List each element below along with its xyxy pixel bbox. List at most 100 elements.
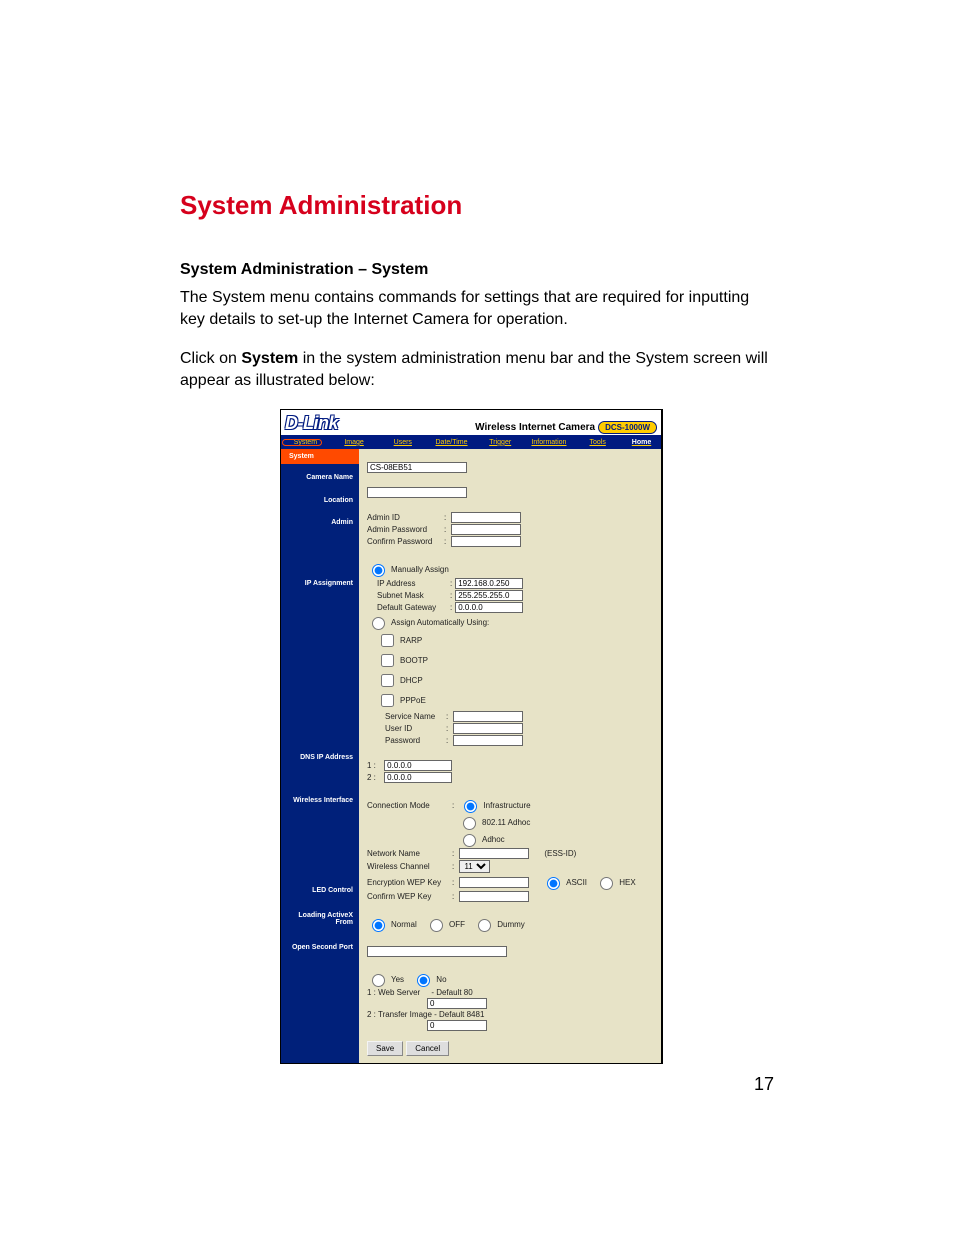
camera-name-input[interactable] xyxy=(367,462,467,473)
sidebar-location: Location xyxy=(281,493,359,510)
infra-radio[interactable] xyxy=(464,800,477,813)
port-yes-radio[interactable] xyxy=(372,974,385,987)
confirm-password-label: Confirm Password xyxy=(367,537,441,546)
pppoe-checkbox[interactable] xyxy=(381,694,394,707)
port-no-label: No xyxy=(436,975,446,984)
transfer-port-input[interactable] xyxy=(427,1020,487,1031)
dns1-input[interactable] xyxy=(384,760,452,771)
location-input[interactable] xyxy=(367,487,467,498)
text-span: Click on xyxy=(180,350,241,367)
sidebar-wifi: Wireless Interface xyxy=(281,793,359,810)
menu-home[interactable]: Home xyxy=(622,439,661,446)
section-subtitle: System Administration – System xyxy=(180,261,774,279)
sidebar-admin: Admin xyxy=(281,515,359,532)
channel-select[interactable]: 11 xyxy=(459,860,490,873)
confirm-wep-input[interactable] xyxy=(459,891,529,902)
product-name: Wireless Internet Camera xyxy=(475,422,595,433)
ascii-radio[interactable] xyxy=(547,877,560,890)
menu-image[interactable]: Image xyxy=(330,439,379,446)
subnet-mask-label: Subnet Mask xyxy=(377,591,447,600)
service-name-input[interactable] xyxy=(453,711,523,722)
infra-label: Infrastructure xyxy=(483,801,530,810)
web-port-input[interactable] xyxy=(427,998,487,1009)
rarp-label: RARP xyxy=(400,636,422,645)
network-name-label: Network Name xyxy=(367,849,449,858)
led-dummy-radio[interactable] xyxy=(478,919,491,932)
paragraph-instruction: Click on System in the system administra… xyxy=(180,348,774,391)
ip-address-label: IP Address xyxy=(377,579,447,588)
conn-mode-label: Connection Mode xyxy=(367,801,449,810)
gateway-input[interactable] xyxy=(455,602,523,613)
menu-datetime[interactable]: Date/Time xyxy=(427,439,476,446)
dns2-label: 2 : xyxy=(367,773,376,782)
dns2-input[interactable] xyxy=(384,772,452,783)
ess-id-label: (ESS-ID) xyxy=(544,849,576,858)
rarp-checkbox[interactable] xyxy=(381,634,394,647)
channel-label: Wireless Channel xyxy=(367,862,449,871)
bootp-label: BOOTP xyxy=(400,656,428,665)
bootp-checkbox[interactable] xyxy=(381,654,394,667)
sidebar-system[interactable]: System xyxy=(281,449,359,464)
pppoe-label: PPPoE xyxy=(400,696,426,705)
settings-form: Admin ID: Admin Password: Confirm Passwo… xyxy=(359,449,661,1063)
port-no-radio[interactable] xyxy=(417,974,430,987)
led-dummy-label: Dummy xyxy=(497,920,525,929)
led-normal-label: Normal xyxy=(391,920,417,929)
admin-password-input[interactable] xyxy=(451,524,521,535)
menu-information[interactable]: Information xyxy=(525,439,574,446)
manual-assign-label: Manually Assign xyxy=(391,565,449,574)
pppoe-password-label: Password xyxy=(385,736,443,745)
dhcp-label: DHCP xyxy=(400,676,423,685)
user-id-input[interactable] xyxy=(453,723,523,734)
dhcp-checkbox[interactable] xyxy=(381,674,394,687)
web-port-label: 1 : Web Server - Default 80 xyxy=(367,988,653,997)
gateway-label: Default Gateway xyxy=(377,603,447,612)
keyword-system: System xyxy=(241,350,298,367)
auto-assign-label: Assign Automatically Using: xyxy=(391,618,489,627)
admin-password-label: Admin Password xyxy=(367,525,441,534)
manual-assign-radio[interactable] xyxy=(372,564,385,577)
service-name-label: Service Name xyxy=(385,712,443,721)
network-name-input[interactable] xyxy=(459,848,529,859)
brand-logo: D-Link xyxy=(285,413,338,434)
led-off-label: OFF xyxy=(449,920,465,929)
app-header: D-Link Wireless Internet Camera DCS-1000… xyxy=(281,410,661,435)
sidebar-led: LED Control xyxy=(281,883,359,900)
led-normal-radio[interactable] xyxy=(372,919,385,932)
dns1-label: 1 : xyxy=(367,761,376,770)
cancel-button[interactable]: Cancel xyxy=(406,1041,449,1056)
hex-radio[interactable] xyxy=(600,877,613,890)
confirm-password-input[interactable] xyxy=(451,536,521,547)
sidebar-dns: DNS IP Address xyxy=(281,750,359,767)
adhoc11-radio[interactable] xyxy=(463,817,476,830)
led-off-radio[interactable] xyxy=(430,919,443,932)
top-menu: System Image Users Date/Time Trigger Inf… xyxy=(281,435,661,449)
page-number: 17 xyxy=(754,1074,774,1095)
sidebar-ip: IP Assignment xyxy=(281,576,359,593)
admin-id-input[interactable] xyxy=(451,512,521,523)
sidebar: System Camera Name Location Admin IP Ass… xyxy=(281,449,359,1063)
subnet-mask-input[interactable] xyxy=(455,590,523,601)
confirm-wep-label: Confirm WEP Key xyxy=(367,892,449,901)
embedded-screenshot: D-Link Wireless Internet Camera DCS-1000… xyxy=(280,409,663,1064)
sidebar-camera-name: Camera Name xyxy=(281,470,359,487)
menu-system[interactable]: System xyxy=(281,439,330,446)
hex-label: HEX xyxy=(619,878,635,887)
menu-users[interactable]: Users xyxy=(378,439,427,446)
activex-input[interactable] xyxy=(367,946,507,957)
auto-assign-radio[interactable] xyxy=(372,617,385,630)
port-yes-label: Yes xyxy=(391,975,404,984)
wep-key-label: Encryption WEP Key xyxy=(367,878,449,887)
pppoe-password-input[interactable] xyxy=(453,735,523,746)
admin-id-label: Admin ID xyxy=(367,513,441,522)
save-button[interactable]: Save xyxy=(367,1041,403,1056)
ip-address-input[interactable] xyxy=(455,578,523,589)
adhoc-radio[interactable] xyxy=(463,834,476,847)
menu-tools[interactable]: Tools xyxy=(573,439,622,446)
sidebar-port: Open Second Port xyxy=(281,940,359,957)
model-badge: DCS-1000W xyxy=(598,421,657,434)
menu-trigger[interactable]: Trigger xyxy=(476,439,525,446)
ascii-label: ASCII xyxy=(566,878,587,887)
wep-key-input[interactable] xyxy=(459,877,529,888)
page-title: System Administration xyxy=(180,190,774,221)
